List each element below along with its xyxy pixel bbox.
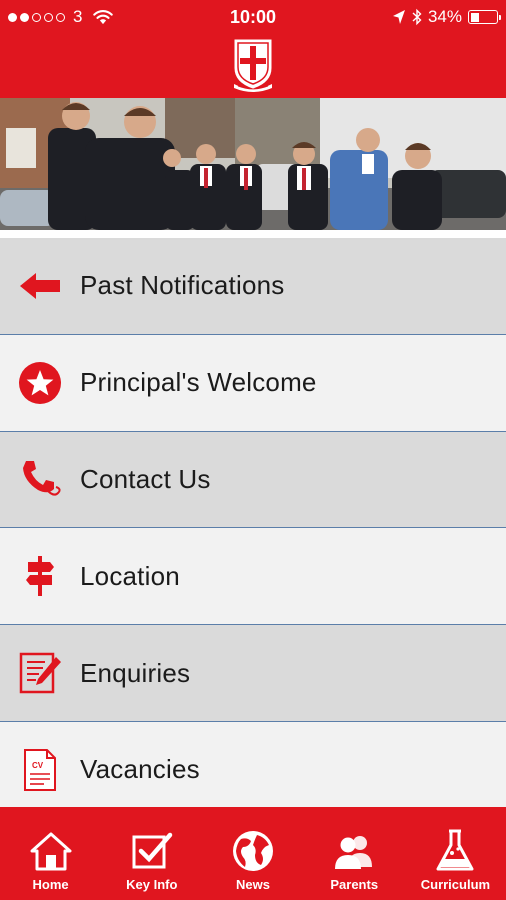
menu-item-vacancies[interactable]: CV Vacancies [0,721,506,819]
signpost-icon [18,554,62,598]
tab-label: Parents [330,877,379,892]
battery-fill [470,12,479,22]
tab-news[interactable]: News [202,807,303,900]
tab-bar: Home Key Info News Parents Curriculum [0,807,506,900]
tab-curriculum[interactable]: Curriculum [405,807,506,900]
school-crest-icon [234,39,272,92]
battery-percent: 34% [427,7,462,26]
menu-item-label: Location [80,560,180,591]
status-bar: 3 10:00 34% [0,0,506,34]
battery-icon [468,10,501,24]
students-photo [0,98,506,230]
menu-item-label: Contact Us [80,463,211,494]
tab-home[interactable]: Home [0,807,101,900]
hero-divider [0,230,506,238]
people-icon [332,829,376,873]
tab-label: Home [32,877,69,892]
tab-key-info[interactable]: Key Info [101,807,202,900]
checkbox-icon [130,829,174,873]
menu-item-label: Past Notifications [80,270,285,301]
menu-item-label: Principal's Welcome [80,367,317,398]
menu-item-enquiries[interactable]: Enquiries [0,625,506,722]
phone-icon [18,457,62,501]
menu-item-principals-welcome[interactable]: Principal's Welcome [0,334,506,432]
tab-label: Key Info [126,877,178,892]
hero-photo [0,98,506,230]
arrow-left-icon [18,264,62,308]
menu-item-past-notifications[interactable]: Past Notifications [0,238,506,335]
tab-parents[interactable]: Parents [304,807,405,900]
globe-icon [231,829,275,873]
home-icon [29,829,73,873]
flask-icon [433,829,477,873]
star-circle-icon [18,361,62,405]
app-header: 3 10:00 34% [0,0,506,98]
bluetooth-icon [412,8,422,26]
home-menu: Past Notifications Principal's Welcome C… [0,238,506,819]
document-pencil-icon [18,651,62,695]
menu-item-label: Enquiries [80,657,191,688]
cv-document-icon: CV [18,748,62,792]
status-right: 34% [392,7,501,27]
tab-label: News [236,877,270,892]
tab-label: Curriculum [420,877,491,892]
menu-item-contact-us[interactable]: Contact Us [0,431,506,529]
location-arrow-icon [392,10,405,24]
svg-text:CV: CV [32,761,44,770]
menu-item-location[interactable]: Location [0,528,506,626]
menu-item-label: Vacancies [80,754,200,785]
